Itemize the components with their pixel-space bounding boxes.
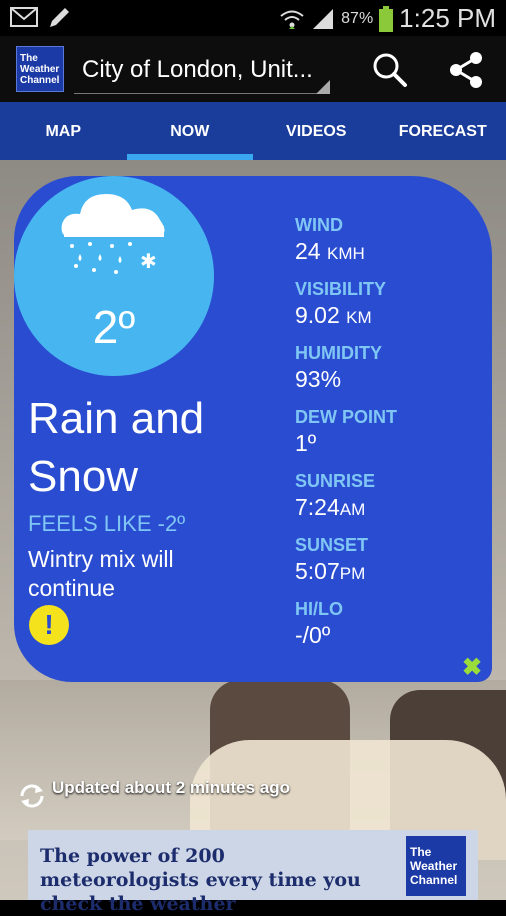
stat-value: -/0º: [295, 620, 485, 653]
stat-value: 7:24AM: [295, 492, 485, 525]
value-number: -/0º: [295, 622, 330, 648]
current-temperature: 2º: [14, 300, 214, 354]
updated-text: Updated about 2 minutes ago: [52, 776, 292, 799]
svg-text:✱: ✱: [140, 249, 157, 273]
stat-label: WIND: [295, 214, 485, 236]
condition-text: Rain and Snow: [28, 390, 258, 506]
logo-line: Channel: [410, 873, 466, 887]
ad-text: The power of 200 meteorologists every ti…: [40, 844, 390, 916]
close-card-icon[interactable]: ✖: [462, 653, 482, 682]
clock: 1:25 PM: [399, 3, 496, 34]
stat-sunset: SUNSET 5:07PM: [295, 534, 485, 598]
battery-percent: 87%: [341, 10, 373, 28]
signal-icon: [311, 8, 335, 30]
battery-icon: [379, 6, 393, 32]
rain-snow-icon: ✱: [60, 186, 170, 286]
refresh-icon[interactable]: [18, 782, 46, 810]
value-number: 93%: [295, 366, 341, 392]
value-unit: KMH: [327, 244, 365, 263]
stat-value: 5:07PM: [295, 556, 485, 589]
stat-label: VISIBILITY: [295, 278, 485, 300]
tab-now[interactable]: NOW: [127, 102, 254, 160]
weather-channel-logo[interactable]: The Weather Channel: [16, 46, 64, 92]
tab-forecast[interactable]: FORECAST: [380, 102, 506, 160]
status-bar: 87% 1:25 PM: [0, 0, 506, 36]
dropdown-corner-icon: [316, 80, 330, 94]
stat-label: HUMIDITY: [295, 342, 485, 364]
logo-line: Weather: [20, 64, 63, 75]
stat-label: SUNSET: [295, 534, 485, 556]
feels-like: FEELS LIKE -2º: [28, 511, 185, 537]
tab-videos[interactable]: VIDEOS: [253, 102, 380, 160]
value-number: 24: [295, 238, 321, 264]
stat-value: 9.02 KM: [295, 300, 485, 333]
value-number: 7:24: [295, 494, 340, 520]
stat-visibility: VISIBILITY 9.02 KM: [295, 278, 485, 342]
ad-logo: The Weather Channel: [406, 836, 466, 896]
share-icon[interactable]: [446, 50, 486, 90]
stat-value: 93%: [295, 364, 485, 397]
value-number: 1º: [295, 430, 316, 456]
search-icon[interactable]: [370, 50, 410, 90]
condition-line: Rain and: [28, 390, 258, 448]
logo-line: The: [410, 845, 466, 859]
logo-line: Weather: [410, 859, 466, 873]
location-selector[interactable]: City of London, Unit...: [74, 48, 330, 94]
condition-line: Snow: [28, 448, 258, 506]
conditions-stats: WIND 24 KMH VISIBILITY 9.02 KM HUMIDITY …: [295, 214, 485, 662]
pencil-icon: [46, 5, 72, 31]
stat-label: HI/LO: [295, 598, 485, 620]
stat-label: DEW POINT: [295, 406, 485, 428]
tab-map[interactable]: MAP: [0, 102, 127, 160]
value-unit: KM: [346, 308, 372, 327]
app-bar: The Weather Channel City of London, Unit…: [0, 36, 506, 102]
logo-line: The: [20, 53, 63, 64]
alert-icon[interactable]: !: [29, 605, 69, 645]
value-number: 5:07: [295, 558, 340, 584]
stat-dew-point: DEW POINT 1º: [295, 406, 485, 470]
ad-banner[interactable]: The power of 200 meteorologists every ti…: [28, 830, 478, 900]
logo-line: Channel: [20, 75, 63, 86]
forecast-summary: Wintry mix will continue: [28, 545, 248, 603]
value-unit: PM: [340, 564, 366, 583]
gmail-icon: [10, 5, 38, 29]
stat-humidity: HUMIDITY 93%: [295, 342, 485, 406]
stat-label: SUNRISE: [295, 470, 485, 492]
wifi-icon: [279, 7, 305, 31]
value-number: 9.02: [295, 302, 340, 328]
value-unit: AM: [340, 500, 366, 519]
stat-value: 24 KMH: [295, 236, 485, 269]
stat-wind: WIND 24 KMH: [295, 214, 485, 278]
stat-sunrise: SUNRISE 7:24AM: [295, 470, 485, 534]
stat-value: 1º: [295, 428, 485, 461]
tab-bar: MAP NOW VIDEOS FORECAST: [0, 102, 506, 160]
stat-hi-lo: HI/LO -/0º: [295, 598, 485, 662]
